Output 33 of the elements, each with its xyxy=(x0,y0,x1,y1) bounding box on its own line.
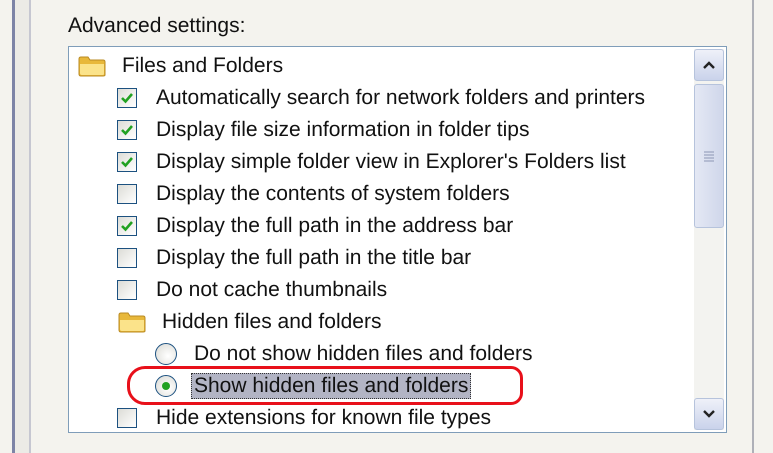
section-label: Advanced settings: xyxy=(68,15,246,37)
checkmark-icon xyxy=(120,124,134,136)
checkbox[interactable] xyxy=(117,248,137,268)
checkbox-label[interactable]: Display the full path in the address bar xyxy=(153,213,516,239)
folder-icon xyxy=(117,310,147,334)
radio-button[interactable] xyxy=(155,343,177,365)
checkbox[interactable] xyxy=(117,408,137,428)
radio-label[interactable]: Do not show hidden files and folders xyxy=(191,341,536,367)
scrollbar-thumb[interactable] xyxy=(694,84,724,228)
grip-icon xyxy=(704,150,714,162)
checkmark-icon xyxy=(120,156,134,168)
checkbox[interactable] xyxy=(117,120,137,140)
checkbox-label[interactable]: Automatically search for network folders and printers xyxy=(153,85,648,111)
group-label: Files and Folders xyxy=(121,53,284,79)
radio-label[interactable]: Show hidden files and folders xyxy=(191,373,472,399)
checkbox[interactable] xyxy=(117,88,137,108)
scroll-down-button[interactable] xyxy=(694,398,724,430)
checkbox-label[interactable]: Display the full path in the title bar xyxy=(153,245,474,271)
checkbox[interactable] xyxy=(117,184,137,204)
group-label: Hidden files and folders xyxy=(161,309,382,335)
checkbox-label[interactable]: Do not cache thumbnails xyxy=(153,277,390,303)
checkmark-icon xyxy=(120,92,134,104)
checkbox-label[interactable]: Display simple folder view in Explorer's Folders list xyxy=(153,149,629,175)
checkbox-label[interactable]: Display the contents of system folders xyxy=(153,181,513,207)
folder-icon xyxy=(77,54,107,78)
radio-button[interactable] xyxy=(155,375,177,397)
checkbox-label[interactable]: Hide extensions for known file types xyxy=(153,405,494,431)
checkbox-label[interactable]: Display file size information in folder tips xyxy=(153,117,532,143)
scroll-up-button[interactable] xyxy=(694,49,724,81)
checkmark-icon xyxy=(120,220,134,232)
checkbox[interactable] xyxy=(117,152,137,172)
checkbox[interactable] xyxy=(117,216,137,236)
checkbox[interactable] xyxy=(117,280,137,300)
